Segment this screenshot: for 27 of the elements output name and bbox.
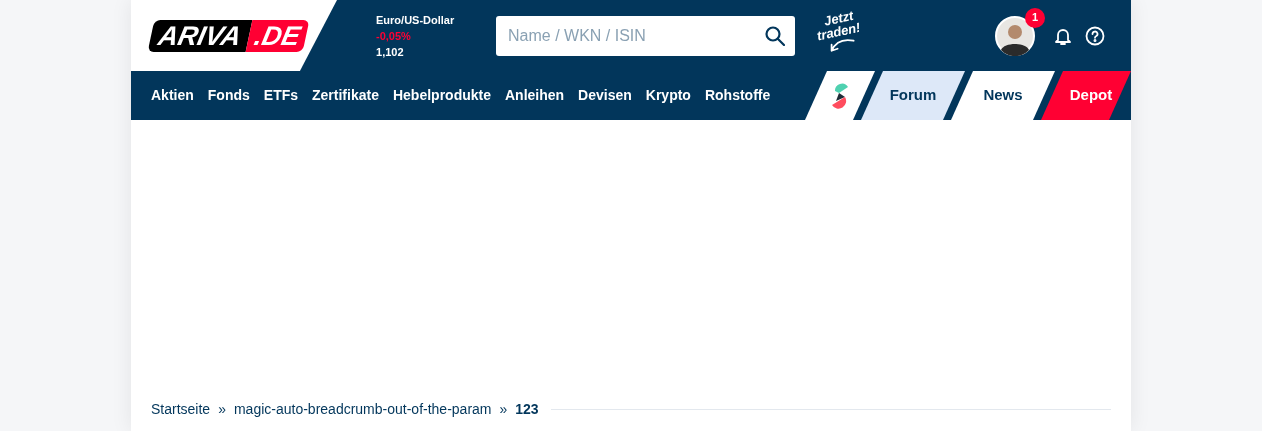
nav-link[interactable]: Krypto (645, 85, 691, 106)
nav-link[interactable]: ETFs (263, 85, 299, 106)
nav-link[interactable]: Zertifikate (312, 85, 379, 106)
nav-tab[interactable]: Forum (861, 71, 965, 120)
nav-tab[interactable]: Depot (1041, 71, 1131, 120)
ticker-change: -0,05% (376, 28, 412, 44)
breadcrumb-separator: » (218, 400, 226, 419)
search-field[interactable]: Name / WKN / ISIN (496, 15, 796, 56)
breadcrumb-separator: » (499, 400, 508, 419)
nav-tab[interactable]: News (951, 71, 1055, 120)
nav-link[interactable]: Rohstoffe (704, 85, 771, 106)
search-icon[interactable] (765, 25, 786, 46)
ariva-logo[interactable]: ARIVA .DE (147, 19, 310, 52)
breadcrumb-link[interactable]: magic-auto-breadcrumb-out-of-the-param (233, 399, 492, 420)
breadcrumb-current: 123 (515, 400, 539, 419)
nav-link[interactable]: Hebelprodukte (392, 85, 491, 106)
ticker-name[interactable]: Euro/US-Dollar (376, 11, 487, 28)
nav-link[interactable]: Anleihen (504, 85, 565, 106)
nav-link[interactable]: Aktien (151, 85, 194, 106)
help-icon[interactable] (1085, 25, 1105, 46)
notification-badge: 1 (1025, 7, 1045, 28)
nav-link[interactable]: Fonds (207, 85, 250, 106)
ticker-price: 1,102 (376, 44, 405, 60)
app-logo-icon (831, 82, 849, 109)
breadcrumb-link[interactable]: Startseite (151, 399, 211, 420)
trade-promo[interactable]: Jetzt traden! (813, 8, 865, 59)
nav-link[interactable]: Devisen (578, 85, 632, 106)
